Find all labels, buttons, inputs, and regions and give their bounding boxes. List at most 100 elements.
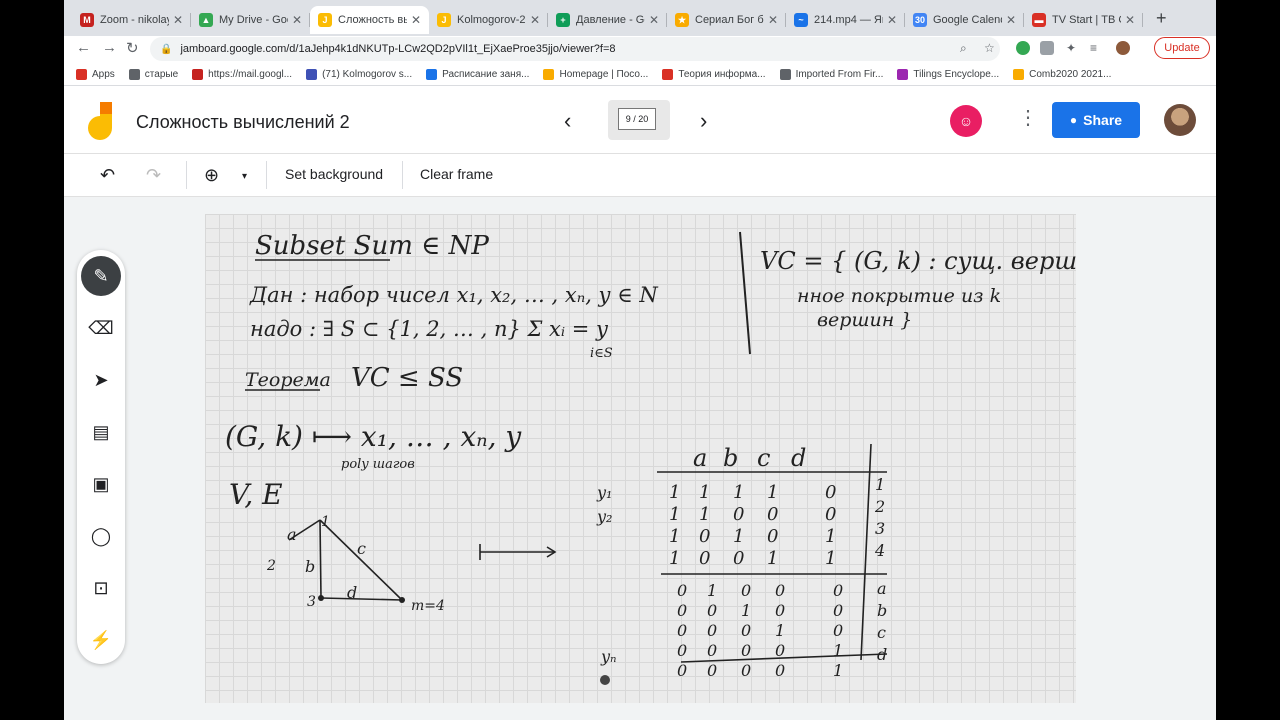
image-icon[interactable]: ▣: [89, 472, 113, 496]
matrix-cell: 0: [775, 581, 785, 600]
browser-tab[interactable]: M Zoom - nikolay ✕: [72, 6, 191, 34]
bookmark-item[interactable]: Imported From Fir...: [779, 69, 883, 80]
close-tab-icon[interactable]: ✕: [768, 13, 778, 27]
close-tab-icon[interactable]: ✕: [1125, 13, 1135, 27]
tab-favicon-icon: ★: [675, 13, 689, 27]
browser-tab[interactable]: 30 Google Calend ✕: [905, 6, 1024, 34]
browser-tab[interactable]: ▲ My Drive - Goo ✕: [191, 6, 310, 34]
bookmark-favicon-icon: [543, 69, 555, 80]
reading-list-icon[interactable]: ≡: [1090, 41, 1097, 55]
browser-tab[interactable]: ★ Сериал Бог бе ✕: [667, 6, 786, 34]
vertex-2-label: 2: [266, 558, 276, 574]
reload-icon[interactable]: ↻: [126, 39, 139, 57]
matrix-cell: 0: [707, 641, 717, 660]
browser-tab[interactable]: ~214.mp4 — Ян ✕: [786, 6, 905, 34]
tab-title: Сложность вы: [338, 14, 407, 26]
redo-icon[interactable]: ↷: [146, 165, 161, 186]
profile-avatar-icon[interactable]: [1116, 41, 1130, 55]
bookmark-item[interactable]: Comb2020 2021...: [1013, 69, 1111, 80]
bookmark-favicon-icon: [1013, 69, 1025, 80]
matrix-cell: 1: [825, 526, 836, 547]
avatar[interactable]: [1164, 104, 1196, 136]
sticky-note-icon[interactable]: ▤: [89, 420, 113, 444]
bookmark-item[interactable]: Расписание заня...: [426, 69, 529, 80]
new-tab-icon[interactable]: +: [1156, 8, 1167, 29]
update-button[interactable]: Update: [1154, 37, 1210, 59]
select-arrow-icon[interactable]: ➤: [89, 368, 113, 392]
matrix-row-label: 3: [875, 519, 885, 538]
vertical-divider: [739, 231, 751, 355]
clear-frame-button[interactable]: Clear frame: [420, 166, 493, 182]
bookmark-label: Расписание заня...: [442, 69, 530, 80]
people-icon: ●: [1069, 113, 1078, 127]
browser-tab[interactable]: ▬ TV Start | ТВ С ✕: [1024, 6, 1143, 34]
close-tab-icon[interactable]: ✕: [649, 13, 659, 27]
tab-favicon-icon: ▲: [199, 13, 213, 27]
browser-tab[interactable]: J Сложность вы ✕: [310, 6, 429, 34]
circle-shape-icon[interactable]: ◯: [89, 524, 113, 548]
close-tab-icon[interactable]: ✕: [173, 13, 183, 27]
frame-bar-button[interactable]: 9 / 20: [608, 100, 670, 140]
edge-b-label: b: [305, 557, 315, 576]
browser-tab[interactable]: J Kolmogorov-20 ✕: [429, 6, 548, 34]
matrix-cell: 1: [669, 526, 680, 547]
extension-icon[interactable]: [1040, 41, 1054, 55]
laser-pointer-icon[interactable]: ⚡: [89, 628, 113, 652]
bookmark-item[interactable]: Tilings Encyclope...: [897, 69, 999, 80]
bookmark-item[interactable]: Теория информа...: [662, 69, 766, 80]
eraser-icon[interactable]: ⌫: [88, 316, 113, 340]
more-options-icon[interactable]: ⋮: [1018, 108, 1038, 128]
address-bar[interactable]: 🔒 jamboard.google.com/d/1aJehp4k1dNKUTp-…: [150, 37, 1000, 61]
matrix-cell: 0: [775, 601, 785, 620]
tab-title: Kolmogorov-20: [457, 14, 526, 26]
next-frame-icon[interactable]: ›: [700, 108, 707, 134]
robot-icon[interactable]: ☺: [950, 105, 982, 137]
whiteboard-frame[interactable]: Subset Sum ∈ NP Дан : набор чисел x₁, x₂…: [205, 214, 1076, 703]
close-tab-icon[interactable]: ✕: [292, 13, 302, 27]
matrix-row-label: c: [877, 623, 886, 642]
matrix-cell: 0: [699, 526, 710, 547]
bookmark-item[interactable]: (71) Kolmogorov s...: [306, 69, 412, 80]
puzzle-icon[interactable]: ✦: [1066, 41, 1076, 55]
bookmark-item[interactable]: Homepage | Посо...: [543, 69, 648, 80]
vc-definition-line3: вершин }: [817, 309, 912, 331]
previous-frame-icon[interactable]: ‹: [564, 108, 571, 134]
back-icon[interactable]: ←: [76, 39, 91, 56]
close-tab-icon[interactable]: ✕: [887, 13, 897, 27]
close-tab-icon[interactable]: ✕: [530, 13, 540, 27]
matrix-cell: 1: [733, 526, 744, 547]
bookmark-item[interactable]: Apps: [76, 69, 115, 80]
matrix-cell: 1: [741, 601, 751, 620]
pen-icon[interactable]: ✎: [81, 256, 121, 296]
text-box-icon[interactable]: ⊡: [89, 576, 113, 600]
forward-icon[interactable]: →: [102, 39, 117, 56]
zoom-icon[interactable]: ⌕: [960, 41, 967, 56]
tab-favicon-icon: J: [318, 13, 332, 27]
close-tab-icon[interactable]: ✕: [411, 13, 421, 27]
zoom-dropdown-icon[interactable]: ▾: [242, 171, 247, 182]
close-tab-icon[interactable]: ✕: [1006, 13, 1016, 27]
poly-steps-note: poly шагов: [341, 457, 415, 472]
graph-vertex: [318, 595, 324, 601]
matrix-cell: 0: [775, 641, 785, 660]
matrix-cell: 0: [733, 504, 744, 525]
y2-row-label: y₂: [596, 507, 612, 526]
matrix-cell: 0: [741, 581, 751, 600]
document-title[interactable]: Сложность вычислений 2: [136, 112, 350, 133]
y1-row-label: y₁: [596, 483, 612, 502]
share-button[interactable]: ● Share: [1052, 102, 1140, 138]
editing-toolbar: ↶ ↷ ⊕ ▾ Set background Clear frame: [64, 155, 1216, 197]
zoom-magnifier-icon[interactable]: ⊕: [204, 165, 219, 186]
bookmark-star-icon[interactable]: ☆: [984, 41, 995, 55]
tab-separator: [1142, 13, 1143, 27]
bookmark-item[interactable]: старые: [128, 69, 178, 80]
browser-tab[interactable]: + Давление - Go ✕: [548, 6, 667, 34]
matrix-cell: 0: [733, 548, 744, 569]
grammarly-extension-icon[interactable]: [1016, 41, 1030, 55]
edge-a-label: a: [287, 525, 297, 544]
undo-icon[interactable]: ↶: [100, 165, 115, 186]
set-background-button[interactable]: Set background: [285, 166, 383, 182]
bookmark-item[interactable]: https://mail.googl...: [192, 69, 292, 80]
matrix-cell: 1: [833, 661, 843, 680]
divider: [402, 161, 403, 189]
